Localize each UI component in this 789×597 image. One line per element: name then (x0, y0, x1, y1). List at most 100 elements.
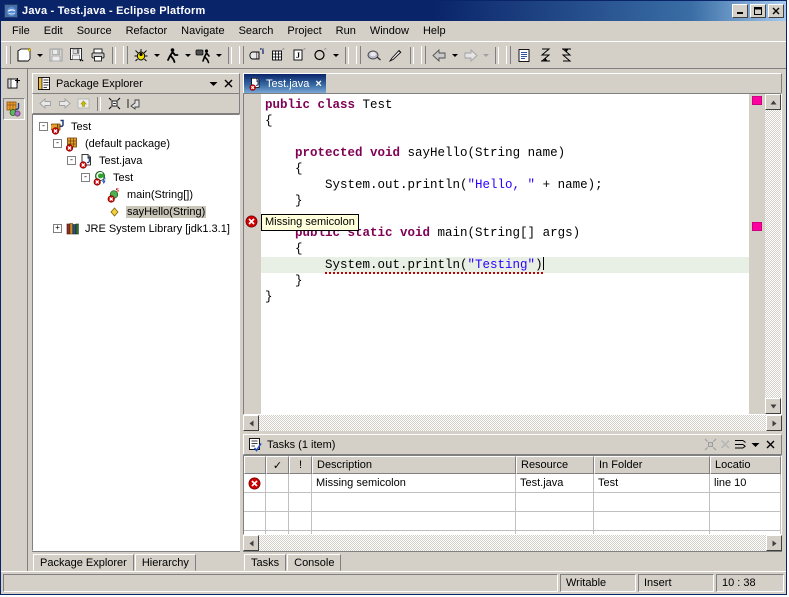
new-package-icon[interactable] (268, 45, 289, 66)
delete-task-icon[interactable] (718, 437, 733, 452)
column-priority[interactable]: ! (289, 456, 312, 474)
collapse-all-icon[interactable] (105, 95, 124, 113)
menu-help[interactable]: Help (416, 23, 453, 39)
tab-package-explorer[interactable]: Package Explorer (33, 554, 134, 571)
menu-search[interactable]: Search (232, 23, 281, 39)
menu-navigate[interactable]: Navigate (174, 23, 231, 39)
table-row[interactable]: Missing semicolon Test.java Test line 10 (244, 474, 781, 493)
row-description[interactable]: Missing semicolon (312, 474, 516, 493)
up-icon[interactable] (74, 95, 93, 113)
editor-tab-close-icon[interactable]: × (315, 78, 321, 90)
toolbar-grip-5[interactable] (421, 46, 426, 64)
new-class-icon[interactable]: J (289, 45, 310, 66)
link-with-editor-icon[interactable] (124, 95, 143, 113)
column-location[interactable]: Locatio (710, 456, 781, 474)
back-dropdown-icon[interactable] (450, 45, 460, 66)
tree-node-jre-library[interactable]: + JRE System Library [jdk1.3.1] (33, 220, 239, 237)
column-resource[interactable]: Resource (516, 456, 594, 474)
toolbar-grip[interactable] (6, 46, 11, 64)
menu-window[interactable]: Window (363, 23, 416, 39)
external-tools-icon[interactable] (193, 45, 214, 66)
tree-node-class[interactable]: - Test (33, 169, 239, 186)
maximize-button[interactable] (750, 4, 766, 18)
code-text-area[interactable]: public class Test { protected void sayHe… (261, 94, 749, 414)
filter-icon[interactable] (733, 437, 748, 452)
menu-project[interactable]: Project (280, 23, 328, 39)
expander-icon[interactable]: - (39, 122, 48, 131)
toolbar-grip-2[interactable] (123, 46, 128, 64)
scrollbar-track[interactable] (259, 535, 766, 551)
new-wizard-icon[interactable] (14, 45, 35, 66)
toolbar-grip-6[interactable] (506, 46, 511, 64)
overview-error-marker[interactable] (752, 222, 762, 231)
column-icon[interactable] (244, 456, 266, 474)
tab-console[interactable]: Console (287, 554, 341, 571)
tree-node-package[interactable]: - (default package) (33, 135, 239, 152)
tasks-table[interactable]: ✓ ! Description Resource In Folder Locat… (243, 455, 782, 535)
debug-dropdown-icon[interactable] (152, 45, 162, 66)
table-row-empty[interactable] (244, 512, 781, 531)
menu-source[interactable]: Source (70, 23, 119, 39)
new-interface-icon[interactable] (310, 45, 331, 66)
run-dropdown-icon[interactable] (183, 45, 193, 66)
search-icon[interactable] (364, 45, 385, 66)
tasks-horizontal-scrollbar[interactable] (243, 535, 782, 551)
editor-tab-test-java[interactable]: Test.java × (244, 74, 326, 93)
editor-overview-ruler[interactable] (749, 94, 764, 414)
new-task-icon[interactable] (703, 437, 718, 452)
menu-run[interactable]: Run (329, 23, 363, 39)
view-menu-icon[interactable] (206, 76, 221, 91)
new-type-dropdown-icon[interactable] (331, 45, 341, 66)
scrollbar-track[interactable] (765, 110, 781, 398)
tree-node-file[interactable]: - Test.java (33, 152, 239, 169)
row-resource[interactable]: Test.java (516, 474, 594, 493)
close-icon[interactable] (221, 76, 236, 91)
tree-node-method-sayhello[interactable]: sayHello(String) (33, 203, 239, 220)
close-icon[interactable] (763, 437, 778, 452)
editor-annotation-ruler[interactable] (244, 94, 261, 414)
tree-node-project[interactable]: - Test (33, 118, 239, 135)
scroll-down-button[interactable] (765, 398, 781, 414)
java-perspective-icon[interactable] (3, 98, 25, 120)
column-in-folder[interactable]: In Folder (594, 456, 710, 474)
tree-node-method-main[interactable]: S main(String[]) (33, 186, 239, 203)
save-icon[interactable] (45, 45, 66, 66)
menu-file[interactable]: File (5, 23, 37, 39)
minimize-button[interactable] (732, 4, 748, 18)
new-java-project-icon[interactable] (247, 45, 268, 66)
back-icon[interactable] (429, 45, 450, 66)
forward-icon[interactable] (55, 95, 74, 113)
close-button[interactable] (768, 4, 784, 18)
editor-vertical-scrollbar[interactable] (764, 94, 781, 414)
expander-icon[interactable]: - (53, 139, 62, 148)
save-all-icon[interactable] (66, 45, 87, 66)
row-location[interactable]: line 10 (710, 474, 781, 493)
back-icon[interactable] (36, 95, 55, 113)
open-task-icon[interactable] (514, 45, 535, 66)
menu-edit[interactable]: Edit (37, 23, 70, 39)
debug-icon[interactable] (131, 45, 152, 66)
column-description[interactable]: Description (312, 456, 516, 474)
overview-error-marker[interactable] (752, 96, 762, 105)
row-in-folder[interactable]: Test (594, 474, 710, 493)
column-complete[interactable]: ✓ (266, 456, 289, 474)
toolbar-grip-4[interactable] (356, 46, 361, 64)
forward-icon[interactable] (460, 45, 481, 66)
next-annotation-icon[interactable] (535, 45, 556, 66)
open-type-icon[interactable] (385, 45, 406, 66)
scroll-right-button[interactable] (766, 535, 782, 551)
scroll-up-button[interactable] (765, 94, 781, 110)
table-row-empty[interactable] (244, 493, 781, 512)
toolbar-grip-3[interactable] (239, 46, 244, 64)
previous-annotation-icon[interactable] (556, 45, 577, 66)
expander-icon[interactable]: + (53, 224, 62, 233)
tab-tasks[interactable]: Tasks (244, 554, 286, 571)
new-wizard-dropdown-icon[interactable] (35, 45, 45, 66)
run-icon[interactable] (162, 45, 183, 66)
error-marker-icon[interactable] (245, 215, 258, 228)
row-priority[interactable] (289, 474, 312, 493)
external-tools-dropdown-icon[interactable] (214, 45, 224, 66)
scrollbar-track[interactable] (259, 415, 766, 431)
editor-horizontal-scrollbar[interactable] (243, 415, 782, 431)
scroll-left-button[interactable] (243, 535, 259, 551)
